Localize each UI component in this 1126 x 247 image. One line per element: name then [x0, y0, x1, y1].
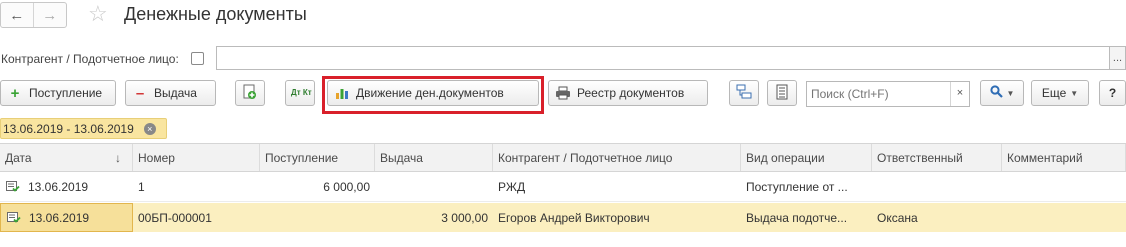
column-header-number[interactable]: Номер: [133, 144, 260, 171]
date-value: 13.06.2019: [29, 210, 90, 225]
printer-icon: [555, 85, 571, 101]
number-cell: 00БП-000001: [138, 210, 212, 225]
counterparty-filter-input[interactable]: [216, 46, 1110, 70]
page-title: Денежные документы: [124, 4, 307, 24]
table-header: Дата ↓ Номер Поступление Выдача Контраге…: [0, 143, 1126, 172]
copy-document-button[interactable]: [235, 80, 265, 106]
close-icon[interactable]: ×: [143, 122, 156, 135]
operation-cell: Выдача подотче...: [746, 210, 848, 225]
navigation-buttons: ← →: [0, 2, 67, 28]
issue-cell: [375, 173, 493, 201]
comment-cell: [1002, 203, 1126, 232]
number-cell: 1: [138, 180, 145, 194]
date-cell: 13.06.2019: [0, 173, 133, 201]
issue-cell: 3 000,00: [441, 210, 488, 225]
plus-icon: +: [10, 84, 20, 102]
table-row[interactable]: 13.06.2019 1 6 000,00 РЖД Поступление от…: [0, 173, 1126, 202]
receipt-button[interactable]: + Поступление: [0, 80, 116, 106]
receipt-cell: [260, 203, 375, 232]
copy-document-icon: [243, 84, 257, 103]
column-header-counterparty[interactable]: Контрагент / Подотчетное лицо: [493, 144, 741, 171]
issue-button[interactable]: – Выдача: [125, 80, 216, 106]
sort-down-icon: ↓: [115, 150, 121, 165]
column-header-operation[interactable]: Вид операции: [741, 144, 872, 171]
structure-button[interactable]: [729, 80, 759, 106]
favorite-star-icon[interactable]: ☆: [88, 2, 108, 26]
hierarchy-icon: [736, 84, 752, 103]
list-icon: [776, 84, 788, 103]
documents-registry-button[interactable]: Реестр документов: [548, 80, 708, 106]
counterparty-filter-checkbox[interactable]: [191, 52, 204, 65]
forward-arrow-icon: →: [42, 6, 58, 24]
counterparty-filter-label: Контрагент / Подотчетное лицо:: [1, 52, 179, 66]
period-filter-label: 13.06.2019 - 13.06.2019: [3, 121, 134, 136]
dt-kt-icon: Дт Кт: [291, 88, 312, 97]
more-menu-label: Еще: [1041, 86, 1067, 100]
column-header-label: Дата: [5, 150, 32, 165]
help-button[interactable]: ?: [1099, 80, 1126, 106]
dt-kt-button[interactable]: Дт Кт: [285, 80, 315, 106]
receipt-button-label: Поступление: [29, 86, 103, 100]
table-row-selected[interactable]: 13.06.2019 00БП-000001 3 000,00 Егоров А…: [0, 203, 1126, 232]
forward-button[interactable]: →: [34, 3, 67, 27]
receipt-cell: 6 000,00: [323, 180, 370, 194]
date-value: 13.06.2019: [28, 180, 89, 194]
search-clear-button[interactable]: ×: [950, 82, 969, 106]
toolbar: + Поступление – Выдача Дт Кт Движение де…: [0, 80, 1126, 108]
comment-cell: [1002, 173, 1126, 201]
more-menu-button[interactable]: Еще ▼: [1031, 80, 1089, 106]
column-header-date[interactable]: Дата ↓: [0, 144, 133, 171]
magnifier-icon: [989, 85, 1003, 101]
search-box: ×: [806, 81, 970, 107]
back-arrow-icon: ←: [9, 6, 25, 24]
column-header-responsible[interactable]: Ответственный: [872, 144, 1002, 171]
search-input[interactable]: [807, 82, 950, 106]
counterparty-filter: Контрагент / Подотчетное лицо: ...: [0, 45, 1126, 71]
documents-registry-label: Реестр документов: [577, 86, 685, 100]
counterparty-cell: РЖД: [498, 180, 526, 194]
help-icon: ?: [1108, 86, 1117, 100]
chevron-down-icon: ▼: [1006, 88, 1015, 98]
date-cell: 13.06.2019: [0, 203, 133, 232]
responsible-cell: Оксана: [877, 210, 918, 225]
column-header-comment[interactable]: Комментарий: [1002, 144, 1126, 171]
posted-document-icon: [6, 181, 20, 193]
counterparty-cell: Егоров Андрей Викторович: [498, 210, 650, 225]
title-bar: ← → ☆ Денежные документы: [0, 0, 1126, 34]
column-header-issue[interactable]: Выдача: [375, 144, 493, 171]
operation-cell: Поступление от ...: [746, 180, 848, 194]
back-button[interactable]: ←: [1, 3, 34, 27]
chevron-down-icon: ▼: [1070, 88, 1079, 98]
minus-icon: –: [135, 84, 145, 102]
search-button[interactable]: ▼: [980, 80, 1024, 106]
posted-document-icon: [7, 211, 21, 224]
list-settings-button[interactable]: [767, 80, 797, 106]
period-filter-chip[interactable]: 13.06.2019 - 13.06.2019 ×: [0, 118, 167, 139]
responsible-cell: [872, 173, 1002, 201]
issue-button-label: Выдача: [154, 86, 197, 100]
counterparty-select-button[interactable]: ...: [1110, 46, 1126, 70]
column-header-receipt[interactable]: Поступление: [260, 144, 375, 171]
highlight-frame: [322, 76, 544, 114]
